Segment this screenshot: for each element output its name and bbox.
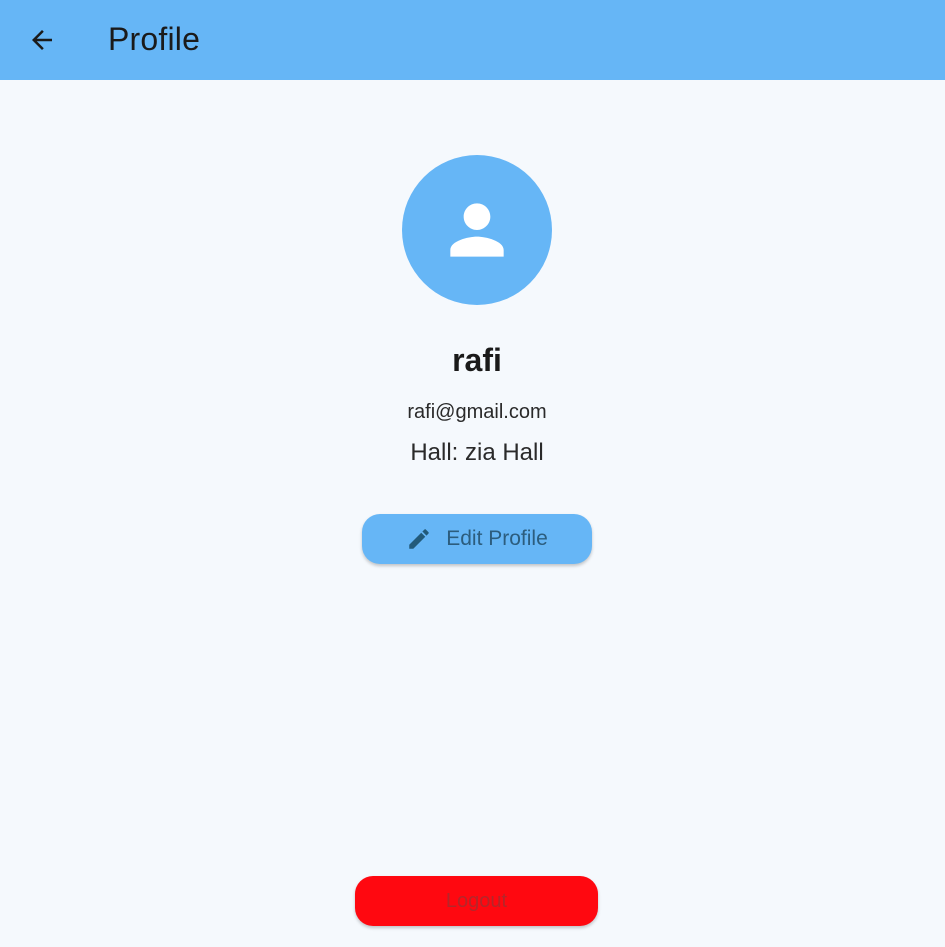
back-button[interactable] <box>22 20 62 60</box>
user-email: rafi@gmail.com <box>407 401 547 423</box>
avatar <box>402 155 552 305</box>
page-title: Profile <box>108 21 201 57</box>
logout-button[interactable]: Logout <box>355 876 598 926</box>
user-hall: Hall: zia Hall <box>410 439 544 466</box>
profile-screen: Profile rafi rafi@gmail.com Hall: zia Ha… <box>0 0 945 947</box>
pencil-icon <box>409 529 429 549</box>
edit-profile-button[interactable]: Edit Profile <box>362 514 592 564</box>
person-icon <box>450 203 504 257</box>
user-name: rafi <box>452 342 502 378</box>
edit-profile-label: Edit Profile <box>446 527 548 550</box>
app-bar: Profile <box>0 0 945 80</box>
arrow-back-icon <box>32 30 52 50</box>
logout-label: Logout <box>445 889 508 912</box>
